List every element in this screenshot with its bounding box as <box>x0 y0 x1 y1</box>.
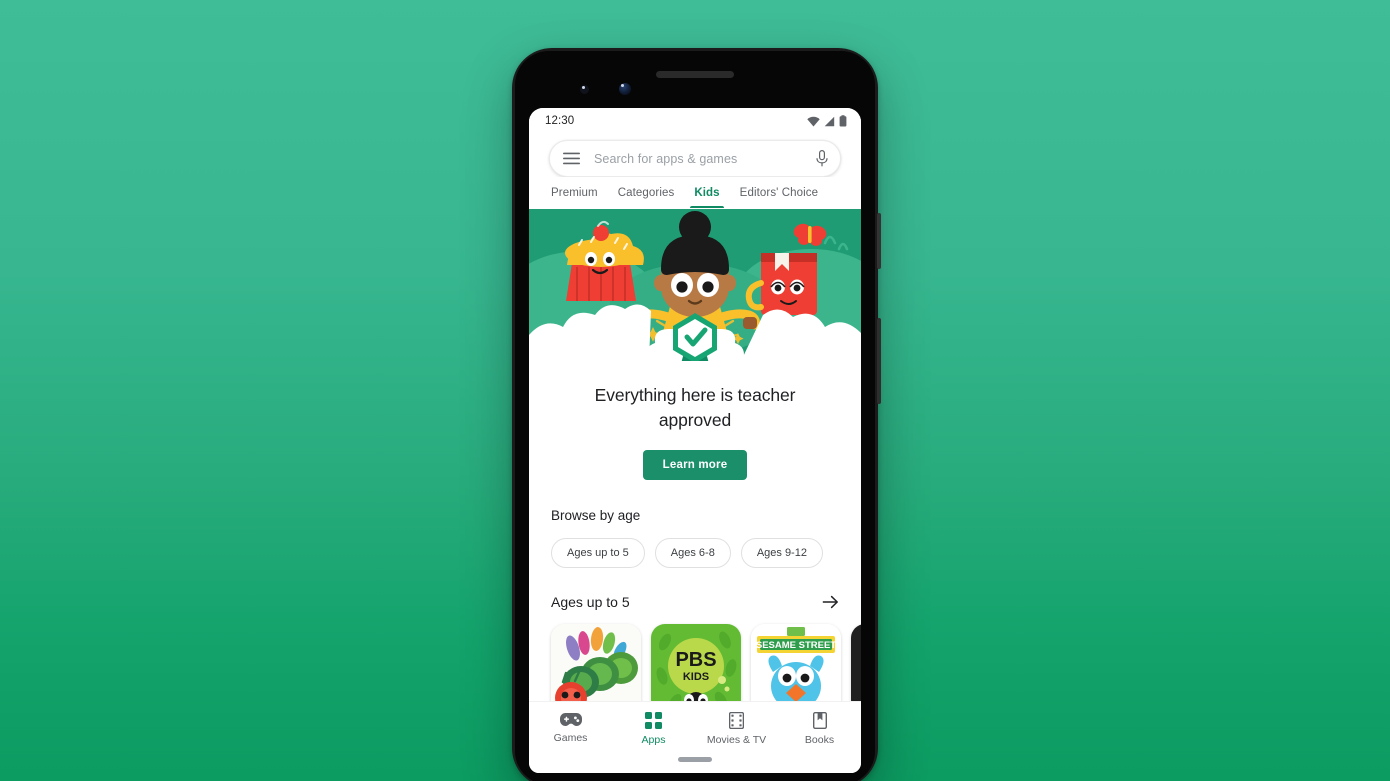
search-input[interactable]: Search for apps & games <box>580 152 816 166</box>
search-bar[interactable]: Search for apps & games <box>549 140 841 177</box>
nav-label-apps: Apps <box>641 734 666 746</box>
app-tile-row: PBS KIDS SESAME STREET <box>529 610 861 714</box>
microphone-icon[interactable] <box>816 150 828 167</box>
hero-cta-container: Learn more <box>529 433 861 480</box>
wifi-icon <box>807 116 820 126</box>
battery-icon <box>839 115 847 127</box>
camera-glint <box>582 86 585 89</box>
nav-item-games[interactable]: Games <box>529 712 612 744</box>
age-chip-group: Ages up to 5 Ages 6-8 Ages 9-12 <box>529 523 861 568</box>
status-icon-group <box>807 115 847 127</box>
kids-logo-text: KIDS <box>683 671 709 683</box>
hero-headline: Everything here is teacher approved <box>594 385 796 430</box>
nav-label-games: Games <box>553 732 588 744</box>
status-bar: 12:30 <box>529 108 861 134</box>
tab-categories[interactable]: Categories <box>608 187 685 208</box>
screenshot-stage: 12:30 Search for apps & games Premium Ca… <box>0 0 1390 781</box>
status-clock: 12:30 <box>545 115 575 127</box>
volume-button[interactable] <box>877 318 881 404</box>
cell-signal-icon <box>824 116 835 126</box>
learn-more-button[interactable]: Learn more <box>642 450 748 480</box>
age-chip-6-8[interactable]: Ages 6-8 <box>654 538 731 568</box>
phone-screen: 12:30 Search for apps & games Premium Ca… <box>529 108 861 773</box>
browse-by-age-title: Browse by age <box>551 508 641 523</box>
hamburger-menu-icon[interactable] <box>563 152 580 165</box>
gamepad-icon <box>559 713 582 726</box>
section-title: Ages up to 5 <box>551 594 630 610</box>
section-header: Ages up to 5 <box>529 568 861 610</box>
age-chip-9-12[interactable]: Ages 9-12 <box>740 538 823 568</box>
pbs-logo-text: PBS <box>675 649 716 671</box>
power-button[interactable] <box>877 213 881 269</box>
hero-banner <box>529 209 861 361</box>
tab-kids[interactable]: Kids <box>684 187 729 208</box>
home-gesture-pill[interactable] <box>678 757 712 762</box>
nav-item-books[interactable]: Books <box>778 712 861 746</box>
nav-item-movies-tv[interactable]: Movies & TV <box>695 712 778 746</box>
sesame-street-logo-text: SESAME STREET <box>756 640 836 651</box>
nav-item-apps[interactable]: Apps <box>612 712 695 746</box>
search-bar-container: Search for apps & games <box>529 134 861 177</box>
category-tabs: Premium Categories Kids Editors' Choice <box>529 177 861 209</box>
age-chip-up-to-5[interactable]: Ages up to 5 <box>551 538 645 568</box>
film-strip-icon <box>729 712 744 729</box>
page-content: Everything here is teacher approved Lear… <box>529 209 861 750</box>
hero-illustration <box>529 209 861 361</box>
bookmark-icon <box>812 712 827 729</box>
phone-device-frame: 12:30 Search for apps & games Premium Ca… <box>512 48 881 781</box>
tab-premium[interactable]: Premium <box>541 187 608 208</box>
earpiece-speaker <box>656 71 734 78</box>
nav-label-books: Books <box>804 734 835 746</box>
nav-label-movies-tv: Movies & TV <box>706 734 767 746</box>
camera-glint-secondary <box>621 84 624 87</box>
grid-apps-icon <box>645 712 662 729</box>
tab-editors-choice[interactable]: Editors' Choice <box>730 187 828 208</box>
arrow-right-icon[interactable] <box>822 595 839 609</box>
bottom-navigation: Games Apps Movies & TV Books <box>529 701 861 773</box>
